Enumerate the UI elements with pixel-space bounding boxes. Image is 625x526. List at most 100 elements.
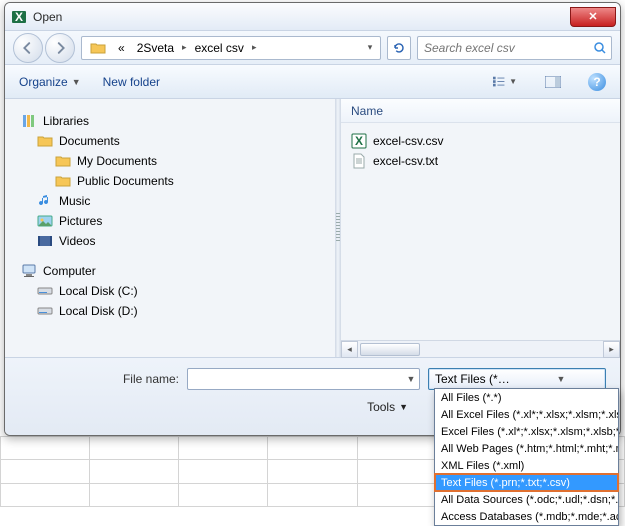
organize-label: Organize [19, 75, 68, 89]
tree-disk-c[interactable]: Local Disk (C:) [19, 281, 331, 301]
music-icon [37, 193, 53, 209]
filetype-option[interactable]: All Web Pages (*.htm;*.html;*.mht;*.mh [435, 440, 618, 457]
tools-button[interactable]: Tools▼ [367, 400, 408, 414]
file-row[interactable]: Xexcel-csv.csv [347, 131, 614, 151]
filetype-selected-label: Text Files (*.prn;*.txt;*.csv) [429, 372, 517, 386]
close-x-icon: ✕ [588, 10, 597, 23]
filename-label: File name: [19, 372, 179, 386]
tree-label: Pictures [59, 214, 102, 228]
refresh-button[interactable] [387, 36, 411, 60]
chevron-right-icon[interactable]: ▸ [180, 42, 189, 53]
folder-icon [84, 37, 112, 59]
tree-libraries[interactable]: Libraries [19, 111, 331, 131]
new-folder-label: New folder [103, 75, 160, 89]
help-icon: ? [593, 75, 600, 89]
tree-disk-d[interactable]: Local Disk (D:) [19, 301, 331, 321]
breadcrumb-seg-1[interactable]: 2Sveta [131, 37, 180, 59]
tree-label: My Documents [77, 154, 157, 168]
back-button[interactable] [13, 33, 43, 63]
tree-label: Videos [59, 234, 95, 248]
filetype-option[interactable]: Text Files (*.prn;*.txt;*.csv) [435, 474, 618, 491]
arrow-left-icon [22, 42, 34, 54]
text-file-icon [351, 153, 367, 169]
column-header-row: Name [341, 99, 620, 123]
filetype-option[interactable]: XML Files (*.xml) [435, 457, 618, 474]
tree-label: Music [59, 194, 90, 208]
column-header-name[interactable]: Name [351, 104, 383, 118]
file-row[interactable]: excel-csv.txt [347, 151, 614, 171]
grip-icon [336, 213, 340, 243]
filetype-option[interactable]: Excel Files (*.xl*;*.xlsx;*.xlsm;*.xlsb;… [435, 423, 618, 440]
preview-pane-button[interactable] [540, 71, 566, 93]
tree-label: Documents [59, 134, 120, 148]
breadcrumb-seg-2[interactable]: excel csv [189, 37, 250, 59]
filetype-option[interactable]: All Excel Files (*.xl*;*.xlsx;*.xlsm;*.x… [435, 406, 618, 423]
tree-label: Computer [43, 264, 96, 278]
scroll-thumb[interactable] [360, 343, 420, 356]
chevron-down-icon: ▼ [517, 374, 605, 384]
dialog-title: Open [33, 10, 570, 24]
folder-icon [37, 133, 53, 149]
help-button[interactable]: ? [588, 73, 606, 91]
tree-music[interactable]: Music [19, 191, 331, 211]
filename-combobox[interactable]: ▼ [187, 368, 420, 390]
computer-icon [21, 263, 37, 279]
filetype-dropdown-list[interactable]: All Files (*.*)All Excel Files (*.xl*;*.… [434, 388, 619, 526]
scroll-right-button[interactable]: ▸ [603, 341, 620, 358]
tree-label: Libraries [43, 114, 89, 128]
filetype-dropdown[interactable]: Text Files (*.prn;*.txt;*.csv) ▼ [428, 368, 606, 390]
excel-file-icon: X [351, 133, 367, 149]
preview-pane-icon [545, 76, 561, 88]
chevron-right-icon[interactable]: ▸ [250, 42, 259, 53]
breadcrumb-chevrons[interactable]: « [112, 37, 131, 59]
search-input[interactable] [422, 40, 593, 56]
chevron-down-icon: ▼ [399, 402, 408, 412]
forward-button[interactable] [45, 33, 75, 63]
new-folder-button[interactable]: New folder [103, 75, 160, 89]
tree-label: Public Documents [77, 174, 174, 188]
svg-text:X: X [15, 10, 23, 24]
scroll-left-button[interactable]: ◂ [341, 341, 358, 358]
chevron-down-icon: ▼ [509, 77, 517, 86]
filetype-option[interactable]: All Files (*.*) [435, 389, 618, 406]
close-button[interactable]: ✕ [570, 7, 616, 27]
tree-public-documents[interactable]: Public Documents [19, 171, 331, 191]
chevron-down-icon: ▼ [72, 77, 81, 87]
main-split: Libraries Documents My Documents Public … [5, 99, 620, 357]
scroll-track[interactable] [358, 342, 603, 357]
nav-tree: Libraries Documents My Documents Public … [5, 99, 335, 357]
nav-bar: « 2Sveta ▸ excel csv ▸ ▾ [5, 31, 620, 65]
organize-button[interactable]: Organize ▼ [19, 75, 81, 89]
tree-videos[interactable]: Videos [19, 231, 331, 251]
search-box[interactable] [417, 36, 612, 60]
file-name: excel-csv.csv [373, 134, 443, 148]
disk-icon [37, 283, 53, 299]
breadcrumb-dropdown[interactable]: ▾ [362, 42, 378, 53]
view-list-icon [493, 76, 507, 88]
view-button[interactable]: ▼ [492, 71, 518, 93]
filetype-option[interactable]: All Data Sources (*.odc;*.udl;*.dsn;*.md… [435, 491, 618, 508]
folder-icon [55, 153, 71, 169]
tree-my-documents[interactable]: My Documents [19, 151, 331, 171]
libraries-icon [21, 113, 37, 129]
arrow-right-icon [54, 42, 66, 54]
tree-computer[interactable]: Computer [19, 261, 331, 281]
excel-app-icon: X [11, 9, 27, 25]
filename-dropdown-button[interactable]: ▼ [403, 374, 419, 384]
file-list-pane: Name Xexcel-csv.csv excel-csv.txt ◂ ▸ [341, 99, 620, 357]
tree-pictures[interactable]: Pictures [19, 211, 331, 231]
file-list: Xexcel-csv.csv excel-csv.txt [341, 123, 620, 179]
filename-input[interactable] [188, 372, 403, 386]
search-icon[interactable] [593, 41, 607, 55]
breadcrumb[interactable]: « 2Sveta ▸ excel csv ▸ ▾ [81, 36, 381, 60]
videos-icon [37, 233, 53, 249]
folder-icon [55, 173, 71, 189]
refresh-icon [392, 41, 406, 55]
svg-text:X: X [355, 134, 363, 148]
file-name: excel-csv.txt [373, 154, 438, 168]
horizontal-scrollbar[interactable]: ◂ ▸ [341, 340, 620, 357]
filetype-option[interactable]: Access Databases (*.mdb;*.mde;*.accdb [435, 508, 618, 525]
open-dialog: X Open ✕ « 2Sveta ▸ excel csv ▸ ▾ Organi… [4, 2, 621, 436]
tree-documents[interactable]: Documents [19, 131, 331, 151]
titlebar: X Open ✕ [5, 3, 620, 31]
